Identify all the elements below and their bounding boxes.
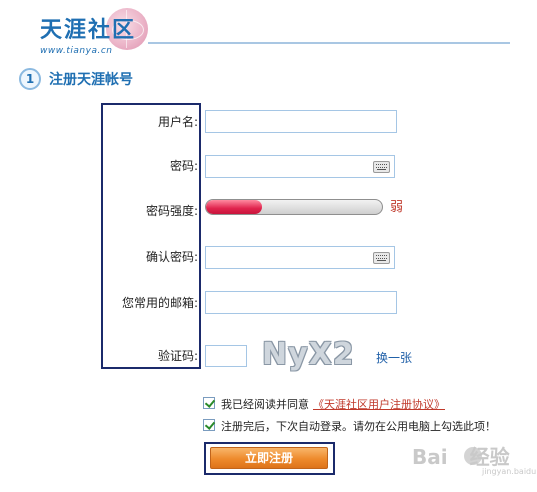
register-button[interactable]: 立即注册 — [210, 447, 328, 469]
username-label: 用户名: — [157, 115, 198, 129]
agree-checkbox[interactable] — [203, 397, 215, 409]
password-strength-fill — [206, 200, 263, 214]
captcha-input[interactable] — [205, 345, 247, 367]
password-strength-value: 弱 — [390, 200, 404, 215]
section-title: 注册天涯帐号 — [49, 72, 133, 88]
watermark-url: jingyan.baidu.com — [482, 467, 537, 476]
paw-icon — [464, 447, 482, 465]
password-label: 密码: — [169, 159, 198, 173]
agreement-link[interactable]: 《天涯社区用户注册协议》 — [313, 398, 445, 412]
baidu-watermark: Bai经验 jingyan.baidu.com — [412, 445, 537, 481]
email-label: 您常用的邮箱: — [121, 296, 198, 310]
watermark-brand: Bai — [412, 445, 448, 469]
site-logo: 天涯社区 — [40, 18, 137, 43]
password-strength-bar — [205, 199, 383, 215]
password-input[interactable] — [205, 155, 395, 178]
logo-url: www.tianya.cn — [40, 46, 113, 56]
header-divider — [148, 42, 510, 44]
refresh-captcha-link[interactable]: 换一张 — [376, 350, 412, 366]
confirm-password-input[interactable] — [205, 246, 395, 269]
step-number-badge: 1 — [19, 68, 41, 90]
confirm-password-label: 确认密码: — [145, 250, 198, 264]
keyboard-icon[interactable] — [373, 161, 390, 173]
agree-text: 我已经阅读并同意 — [221, 398, 309, 411]
username-input[interactable] — [205, 110, 397, 133]
password-strength-label: 密码强度: — [145, 204, 198, 218]
keyboard-icon[interactable] — [373, 252, 390, 264]
label-highlight-box — [101, 103, 201, 369]
captcha-image: NyX2 — [262, 337, 355, 372]
email-input[interactable] — [205, 291, 397, 314]
autologin-text: 注册完后，下次自动登录。请勿在公用电脑上勾选此项！ — [221, 420, 496, 433]
captcha-label: 验证码: — [157, 349, 198, 363]
autologin-checkbox[interactable] — [203, 419, 215, 431]
